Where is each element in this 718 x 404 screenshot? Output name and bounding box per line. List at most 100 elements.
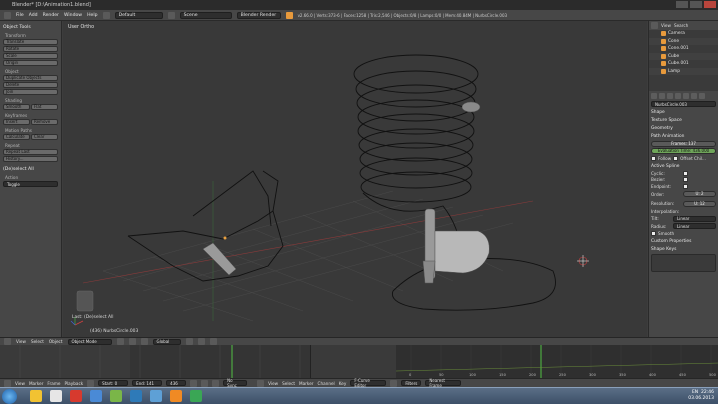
scene-icon[interactable] (167, 11, 175, 19)
menu-help[interactable]: Help (87, 13, 97, 18)
smooth-checkbox[interactable] (651, 230, 656, 236)
record-icon[interactable] (87, 379, 95, 387)
snap-icon[interactable] (197, 338, 205, 345)
timeline-marker-menu[interactable]: Marker (29, 381, 43, 386)
history-button[interactable]: History... (3, 156, 58, 162)
bezier-checkbox[interactable] (683, 177, 688, 182)
calculate-button[interactable]: Calculate (3, 134, 30, 140)
object-tab-icon[interactable] (675, 93, 681, 99)
minimize-button[interactable] (676, 1, 688, 8)
render-preview-icon[interactable] (209, 338, 217, 345)
texture-space-panel[interactable]: Texture Space (651, 118, 716, 123)
endpoint-checkbox[interactable] (683, 183, 688, 189)
curve-name-field[interactable]: NurbsCircle.003 (651, 101, 716, 107)
browser-icon[interactable] (70, 390, 82, 402)
system-tray[interactable]: EN 22:46 03.06.2013 (688, 390, 714, 402)
delete-button[interactable]: Delete (3, 82, 58, 88)
graph-editor[interactable]: 0 50 100 150 200 250 300 350 400 450 500 (310, 345, 718, 378)
shape-panel[interactable]: Shape (651, 110, 716, 115)
close-button[interactable] (704, 1, 716, 8)
translate-button[interactable]: Translate (3, 39, 58, 45)
shape-keys-list[interactable] (651, 253, 716, 272)
resolution-field[interactable]: U: 12 (683, 200, 716, 207)
graph-select-menu[interactable]: Select (282, 381, 295, 386)
object-tools-header[interactable]: Object Tools (3, 25, 58, 30)
duplicate-objects-button[interactable]: Duplicate Objects (3, 75, 58, 81)
radius-select[interactable]: Linear (673, 223, 716, 229)
view3d-object-menu[interactable]: Object (49, 339, 63, 344)
outliner-item[interactable]: Cube (649, 52, 718, 60)
outliner-search-menu[interactable]: Search (674, 23, 688, 28)
modifiers-tab-icon[interactable] (691, 93, 697, 99)
graph-key-menu[interactable]: Key (339, 381, 347, 386)
shape-keys-panel[interactable]: Shape Keys (651, 247, 716, 252)
cyclic-checkbox[interactable] (683, 170, 688, 176)
order-field[interactable]: U: 2 (683, 191, 716, 197)
clear-button[interactable]: Clear (31, 134, 58, 140)
timeline-editor[interactable] (0, 345, 310, 378)
timeline-frame-menu[interactable]: Frame (47, 381, 60, 386)
repeat-last-button[interactable]: Repeat Last (3, 149, 58, 155)
graph-channel-menu[interactable]: Channel (318, 381, 335, 386)
editor-type-icon[interactable] (4, 11, 11, 19)
graph-view-menu[interactable]: View (268, 381, 278, 386)
view3d-type-icon[interactable] (4, 338, 11, 345)
action-select[interactable]: Toggle (3, 181, 58, 187)
scale-button[interactable]: Scale (3, 53, 58, 59)
outliner-item[interactable]: Camera (649, 30, 718, 38)
constraints-tab-icon[interactable] (683, 93, 689, 99)
timeline-playback-menu[interactable]: Playback (64, 381, 83, 386)
start-button[interactable] (2, 389, 17, 404)
layout-icon[interactable] (102, 11, 110, 19)
insert-keyframe-button[interactable]: Insert (3, 119, 30, 125)
frames-field[interactable]: Frames: 137 (651, 141, 716, 147)
geometry-panel[interactable]: Geometry (651, 126, 716, 131)
flat-button[interactable]: Flat (31, 104, 58, 110)
editor-mode-select[interactable]: F-Curve Editor (350, 378, 387, 388)
app-icon[interactable] (90, 390, 102, 402)
outliner-item[interactable]: Cube.001 (649, 60, 718, 68)
filters-button[interactable]: Filters (401, 380, 422, 386)
follow-checkbox[interactable] (651, 155, 656, 161)
play-icon[interactable] (201, 379, 209, 387)
app-icon[interactable] (110, 390, 122, 402)
orientation-select[interactable]: Global (152, 338, 181, 345)
tilt-select[interactable]: Linear (673, 215, 716, 222)
view3d-view-menu[interactable]: View (16, 339, 26, 344)
outliner-item[interactable]: Cone.001 (649, 45, 718, 53)
shading-icon[interactable] (116, 338, 124, 345)
graph-marker-menu[interactable]: Marker (299, 381, 313, 386)
evaluation-time-field[interactable]: Evaluation Time: 436.000 (651, 148, 716, 154)
outliner-view-menu[interactable]: View (661, 23, 671, 28)
path-animation-panel[interactable]: Path Animation (651, 134, 716, 139)
last-operator-header[interactable]: (De)select All (3, 167, 58, 172)
menu-render[interactable]: Render (43, 13, 59, 18)
outliner-item[interactable]: Lamp (649, 67, 718, 75)
3d-viewport[interactable]: User Ortho Last: (De)select All (436) Nu… (63, 21, 647, 337)
menu-add[interactable]: Add (29, 13, 38, 18)
current-frame-field[interactable]: 436 (166, 380, 187, 386)
remove-keyframe-button[interactable]: Remove (31, 119, 58, 125)
world-tab-icon[interactable] (667, 93, 673, 99)
menu-file[interactable]: File (16, 13, 24, 18)
only-selected-icon[interactable] (390, 379, 398, 387)
layers-icon[interactable] (185, 338, 193, 345)
app-icon[interactable] (150, 390, 162, 402)
scene-select[interactable]: Scene (179, 11, 232, 19)
smooth-button[interactable]: Smooth (3, 104, 30, 110)
join-button[interactable]: Join (3, 89, 58, 95)
origin-button[interactable]: Origin (3, 60, 58, 66)
pivot-icon[interactable] (128, 338, 136, 345)
jump-start-icon[interactable] (190, 379, 198, 387)
timeline-view-menu[interactable]: View (15, 381, 25, 386)
manipulator-icon[interactable] (140, 338, 148, 345)
blender-taskbar-icon[interactable] (170, 390, 182, 402)
scene-tab-icon[interactable] (659, 93, 665, 99)
menu-window[interactable]: Window (64, 13, 82, 18)
graph-pivot-select[interactable]: Nearest Frame (425, 378, 462, 388)
outliner-item[interactable]: Cone (649, 37, 718, 45)
view3d-select-menu[interactable]: Select (31, 339, 44, 344)
outliner-type-icon[interactable] (651, 22, 658, 29)
custom-properties-panel[interactable]: Custom Properties (651, 239, 716, 244)
data-tab-icon[interactable] (699, 93, 705, 99)
